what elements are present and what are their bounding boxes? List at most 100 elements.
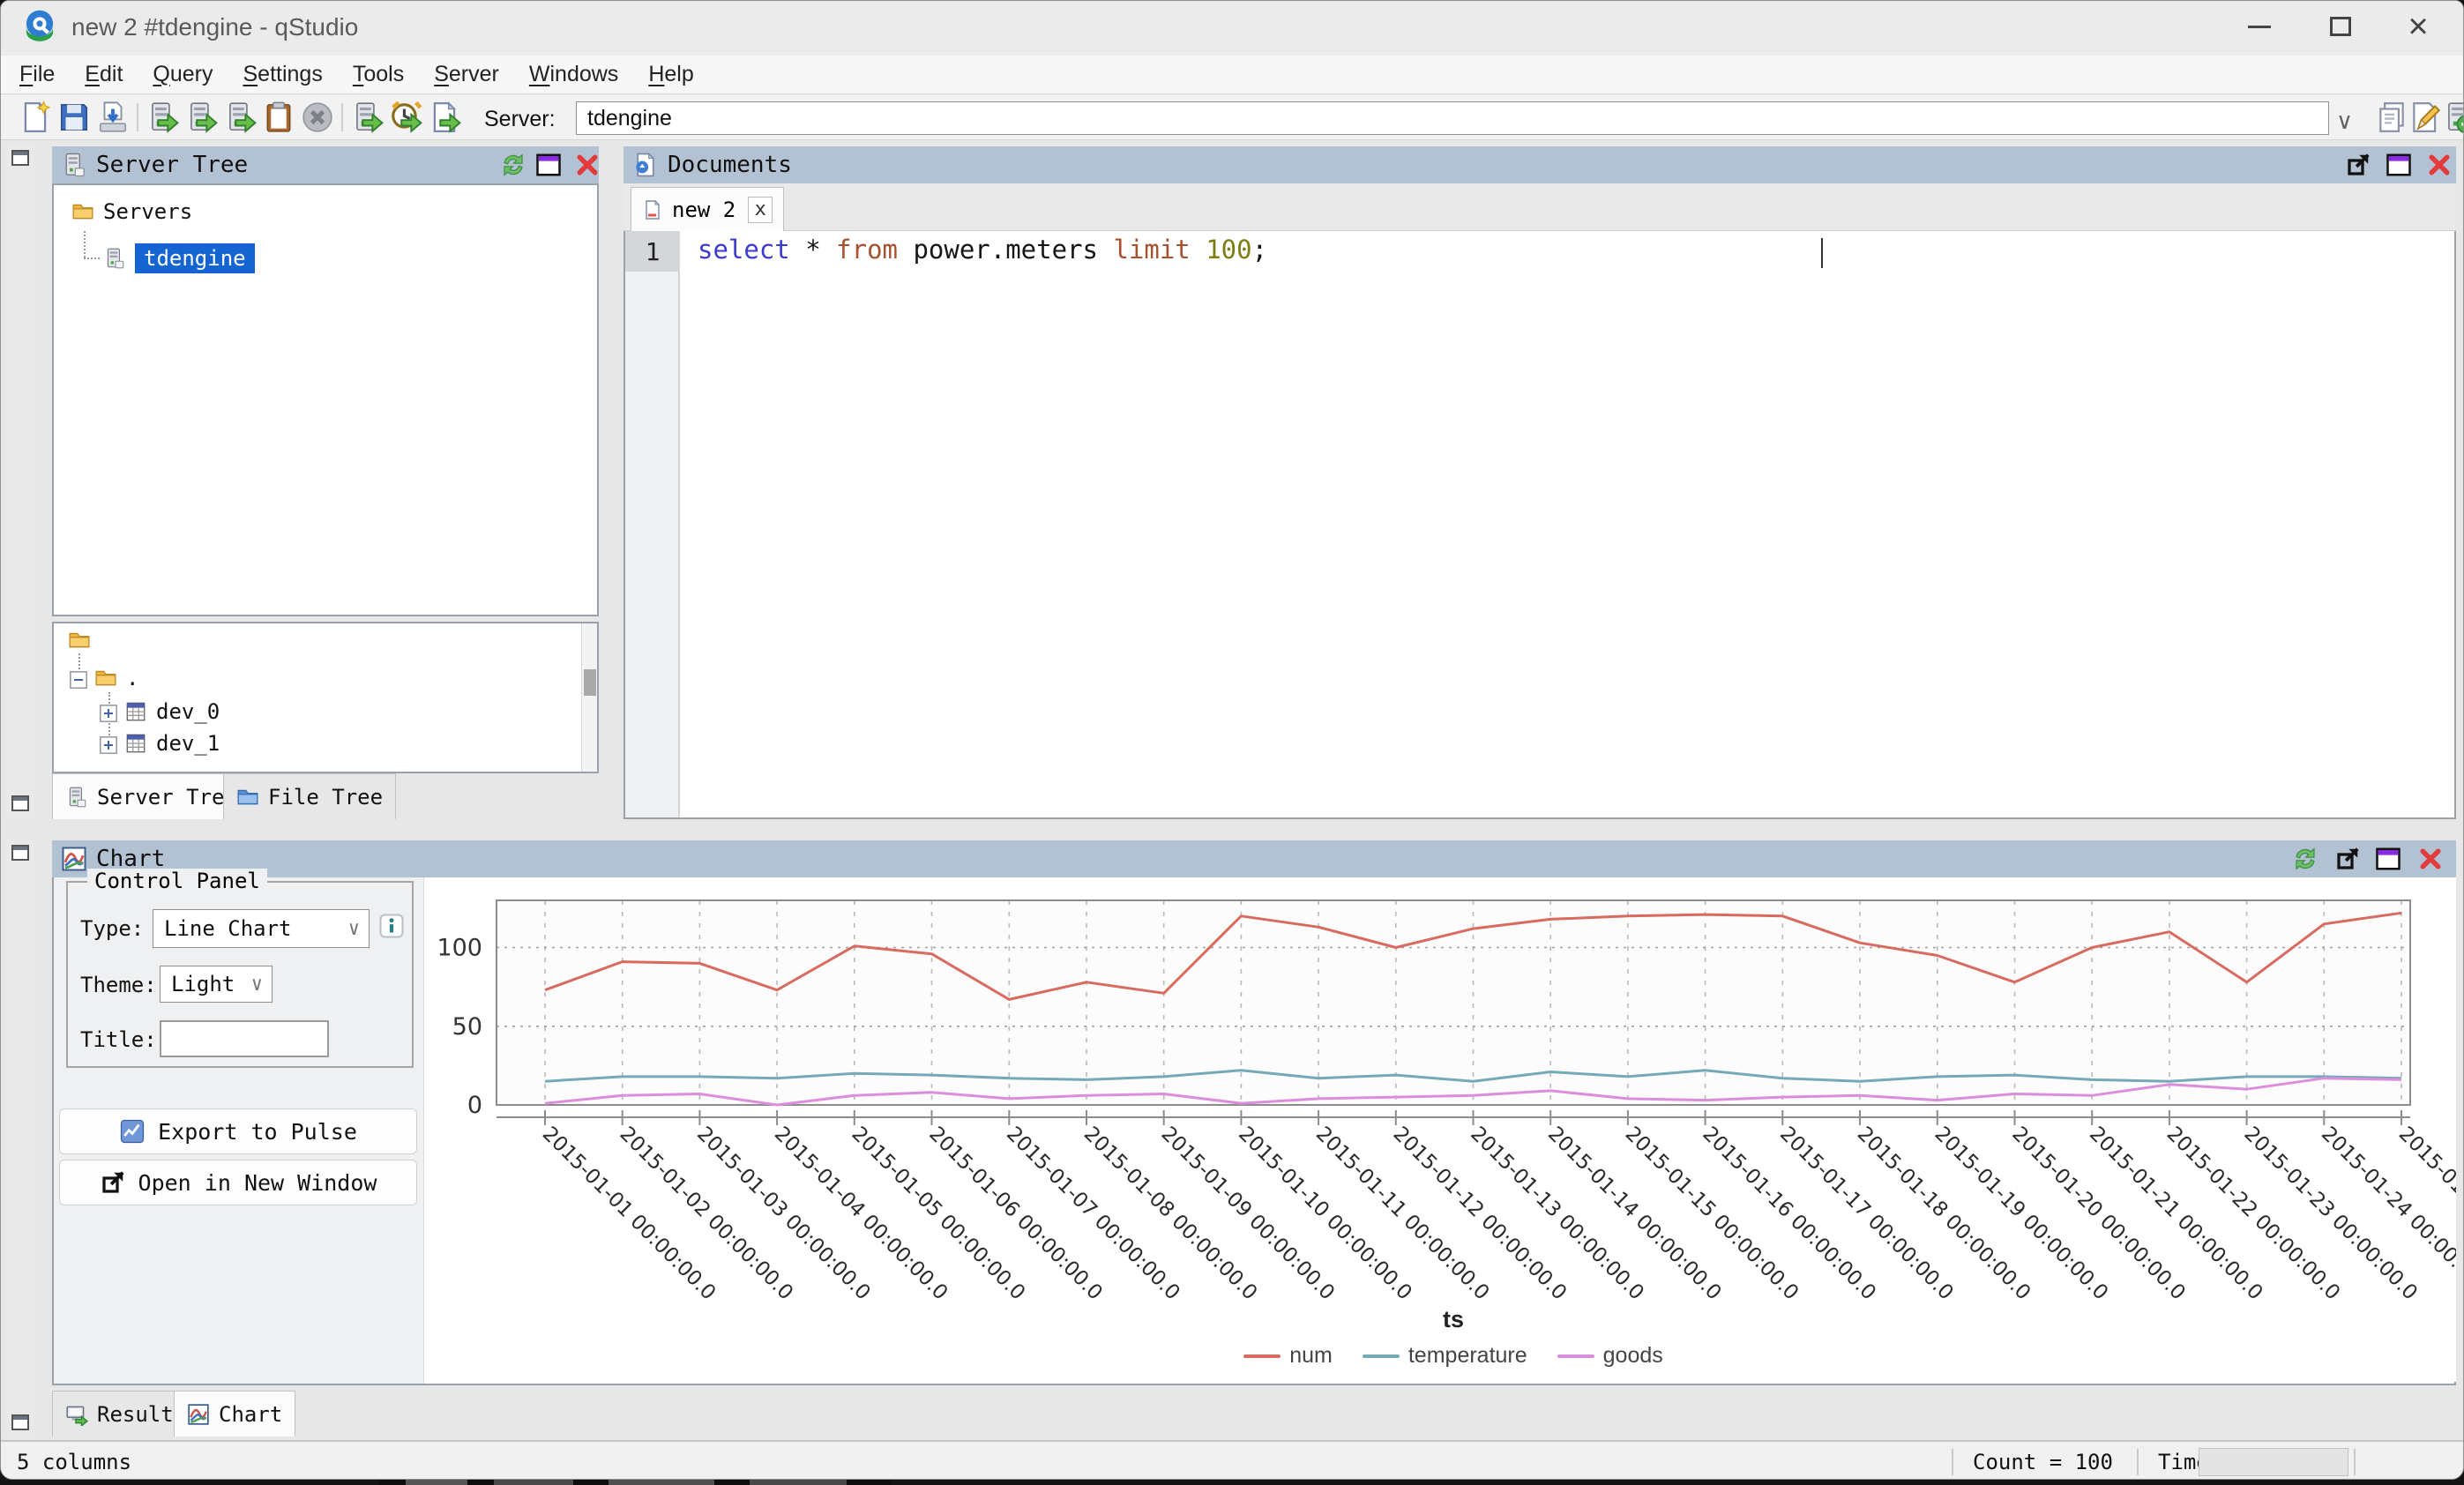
close-button[interactable]: × (2380, 1, 2456, 52)
tab-close-button[interactable]: x (748, 197, 773, 223)
type-label: Type: (80, 916, 144, 941)
sql-code-line: select * from power.meters limit 100; (698, 235, 1267, 265)
maximize-panel-icon[interactable] (2375, 846, 2401, 872)
chart-panel-header[interactable]: Chart (52, 840, 2456, 877)
folder-icon (94, 667, 117, 690)
close-panel-icon[interactable] (2417, 846, 2444, 872)
server-tree-title: Server Tree (96, 152, 248, 178)
run-highlighted-icon[interactable] (223, 101, 257, 134)
menu-server[interactable]: Server (419, 56, 514, 93)
tab-file-tree[interactable]: File Tree (223, 773, 396, 819)
collapse-toggle-icon[interactable] (70, 669, 87, 687)
chart-panel-content: Control Panel Type: Line Chart ∨ Theme: … (52, 877, 2456, 1385)
documents-title: Documents (668, 152, 792, 178)
tree-node-dot-folder[interactable]: . (70, 666, 138, 690)
close-panel-icon[interactable] (574, 152, 601, 178)
close-panel-icon[interactable] (2426, 152, 2453, 178)
panel-dock-icon[interactable] (9, 1412, 32, 1433)
run-query-icon[interactable] (146, 101, 179, 134)
tab-chart[interactable]: Chart (174, 1391, 295, 1436)
chart-type-select[interactable]: Line Chart ∨ (153, 909, 370, 948)
run-script-icon[interactable] (428, 101, 461, 134)
document-tab-label: new 2 (672, 198, 735, 222)
panel-dock-icon[interactable] (9, 147, 32, 168)
popout-icon (100, 1169, 126, 1196)
line-chart: 0501002015-01-01 00:00:00.02015-01-02 00… (426, 877, 2456, 1382)
legend-swatch (1557, 1354, 1594, 1358)
legend-item-temperature: temperature (1363, 1343, 1527, 1369)
tree-node-root-folder[interactable] (68, 629, 100, 652)
toolbar-divider (341, 103, 343, 131)
sql-token: select (698, 235, 790, 265)
maximize-panel-icon[interactable] (2386, 152, 2412, 178)
panel-dock-icon[interactable] (9, 793, 32, 814)
scrollbar-thumb[interactable] (584, 669, 596, 696)
refresh-icon[interactable] (500, 152, 526, 178)
server-tree: Servers tdengine (52, 183, 599, 616)
server-tree-panel-header[interactable]: Server Tree (52, 146, 599, 183)
minimize-button[interactable] (2221, 1, 2297, 52)
theme-label: Theme: (80, 973, 157, 997)
upper-dock-strip (6, 144, 34, 819)
theme-select[interactable]: Light ∨ (160, 966, 273, 1003)
scrollbar[interactable] (581, 623, 597, 772)
chevron-down-icon[interactable]: ∨ (2336, 108, 2356, 127)
title-bar[interactable]: new 2 #tdengine - qStudio × (1, 1, 2463, 56)
chart-control-column: Control Panel Type: Line Chart ∨ Theme: … (54, 877, 424, 1384)
refresh-icon[interactable] (2292, 846, 2318, 872)
main-region: Server Tree Servers tdengine (1, 140, 2463, 1440)
save-as-icon[interactable] (96, 101, 130, 134)
tree-node-label: Servers (103, 199, 192, 224)
tree-node-tdengine[interactable]: tdengine (103, 243, 255, 273)
copy-document-icon[interactable] (2375, 101, 2408, 134)
chart-type-value: Line Chart (164, 916, 292, 941)
maximize-panel-icon[interactable] (535, 152, 562, 178)
menu-help[interactable]: Help (633, 56, 708, 93)
chart-title-label: Title: (80, 1027, 157, 1052)
menu-file[interactable]: File (4, 56, 70, 93)
stop-icon[interactable] (301, 101, 334, 134)
line-number: 1 (625, 231, 680, 272)
popout-icon[interactable] (2334, 846, 2361, 872)
expand-toggle-icon[interactable] (100, 703, 117, 720)
status-bar: 5 columns Count = 100 Time = 81 ms (1, 1440, 2463, 1480)
add-server-icon[interactable] (2442, 101, 2464, 134)
count-status: Count = 100 (1973, 1450, 2113, 1474)
info-icon[interactable] (378, 913, 405, 939)
document-tab-bar: new 2 x (623, 183, 2456, 231)
menu-edit[interactable]: Edit (70, 56, 138, 93)
documents-panel-header[interactable]: Documents (623, 146, 2456, 183)
server-select-value: tdengine (587, 106, 672, 131)
sql-editor[interactable]: 1 select * from power.meters limit 100; (623, 231, 2456, 819)
save-icon[interactable] (57, 101, 91, 134)
edit-document-icon[interactable] (2408, 101, 2442, 134)
menu-windows[interactable]: Windows (514, 56, 633, 93)
tab-server-tree[interactable]: Server Tree (52, 773, 250, 819)
menu-settings[interactable]: Settings (228, 56, 337, 93)
document-tab-new2[interactable]: new 2 x (631, 187, 784, 231)
menu-tools[interactable]: Tools (338, 56, 419, 93)
clipboard-icon[interactable] (262, 101, 295, 134)
run-current-statement-icon[interactable] (184, 101, 218, 134)
open-in-new-window-button[interactable]: Open in New Window (59, 1160, 417, 1205)
send-to-server-icon[interactable] (350, 101, 384, 134)
qstudio-logo-icon (20, 8, 59, 47)
tree-node-servers[interactable]: Servers (71, 199, 192, 224)
schedule-query-icon[interactable] (389, 101, 422, 134)
panel-dock-icon[interactable] (9, 842, 32, 863)
tab-label: File Tree (268, 785, 383, 810)
server-select[interactable]: tdengine (576, 101, 2329, 135)
menu-query[interactable]: Query (138, 56, 228, 93)
expand-toggle-icon[interactable] (100, 735, 117, 752)
tree-node-dev0[interactable]: dev_0 (100, 699, 220, 724)
popout-icon[interactable] (2345, 152, 2371, 178)
chart-title-input[interactable] (160, 1020, 329, 1057)
x-axis-label: ts (497, 1306, 2410, 1333)
open-in-new-window-label: Open in New Window (138, 1170, 377, 1196)
tree-node-dev1[interactable]: dev_1 (100, 731, 220, 756)
export-to-pulse-button[interactable]: Export to Pulse (59, 1108, 417, 1154)
control-panel-groupbox: Control Panel Type: Line Chart ∨ Theme: … (66, 881, 414, 1068)
maximize-button[interactable] (2303, 1, 2378, 52)
tab-result[interactable]: Result (52, 1391, 187, 1436)
new-document-icon[interactable] (19, 101, 52, 134)
